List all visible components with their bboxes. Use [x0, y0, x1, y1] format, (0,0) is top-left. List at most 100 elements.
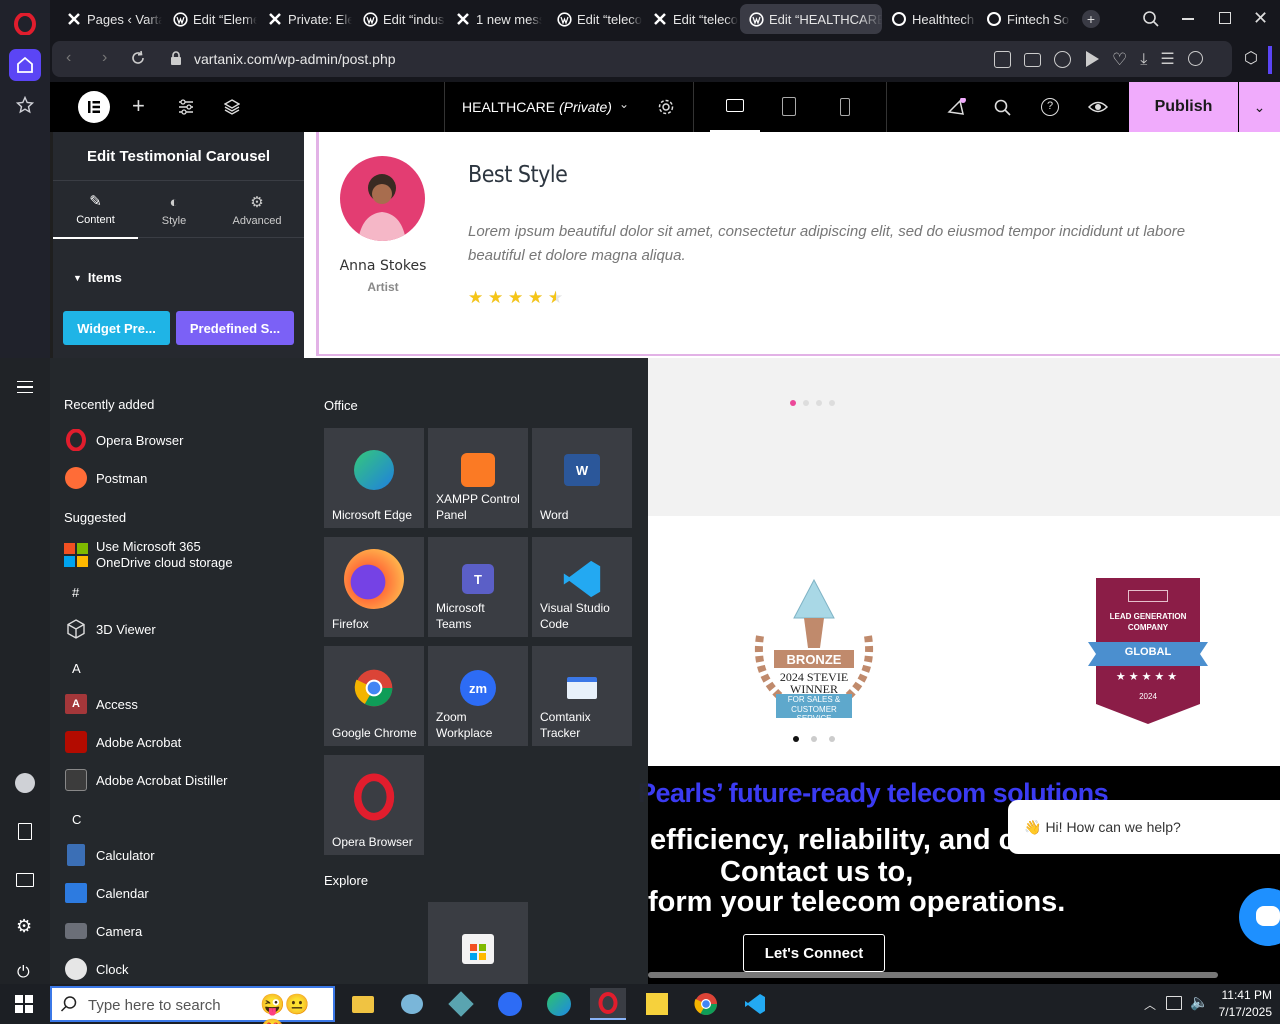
tablet-view-icon[interactable]: [782, 97, 796, 116]
chrome-taskbar-icon[interactable]: [688, 988, 724, 1020]
letter-a-header[interactable]: A: [72, 661, 81, 676]
browser-tab[interactable]: Fintech Solu: [978, 4, 1070, 34]
download-icon[interactable]: ⤓: [1140, 51, 1147, 68]
tile-app[interactable]: T Microsoft Teams: [428, 537, 528, 637]
settings-gear-icon[interactable]: ⚙: [16, 916, 32, 937]
add-element-icon[interactable]: +: [132, 93, 145, 119]
tile-app[interactable]: W Word: [532, 428, 632, 528]
tile-app[interactable]: zm Zoom Workplace: [428, 646, 528, 746]
pagination-dot-active[interactable]: [793, 736, 799, 742]
tile-app[interactable]: Google Chrome: [324, 646, 424, 746]
show-hidden-icons-chevron[interactable]: ︿: [1144, 996, 1156, 1013]
pagination-dot[interactable]: [811, 736, 817, 742]
back-icon[interactable]: ‹: [66, 49, 71, 67]
tile-app[interactable]: Visual Studio Code: [532, 537, 632, 637]
opera-logo-icon[interactable]: [13, 12, 37, 36]
star-icon[interactable]: [13, 93, 37, 117]
easy-setup-icon[interactable]: ☰: [1160, 51, 1174, 68]
extensions-cube-icon[interactable]: ⬡: [1244, 48, 1258, 68]
finder-search-icon[interactable]: [994, 99, 1011, 121]
notifications-icon[interactable]: [946, 97, 966, 123]
browser-tab[interactable]: Edit “industry”: [354, 4, 445, 34]
tab-style[interactable]: ◐ Style: [138, 181, 210, 239]
mobile-view-icon[interactable]: [840, 98, 850, 116]
app-calendar[interactable]: Calendar: [64, 878, 149, 908]
tile-app[interactable]: Comtanix Tracker: [532, 646, 632, 746]
chat-bubble[interactable]: 👋 Hi! How can we help?: [1008, 800, 1280, 854]
lock-icon[interactable]: [170, 51, 182, 70]
elementor-logo-icon[interactable]: [78, 91, 110, 123]
app-adobe-acrobat[interactable]: Adobe Acrobat: [64, 727, 181, 757]
horizontal-scrollbar[interactable]: [648, 972, 1218, 978]
chevron-down-icon[interactable]: ⌄: [619, 97, 629, 111]
tile-app[interactable]: XAMPP Control Panel: [428, 428, 528, 528]
adblock-icon[interactable]: [1054, 51, 1071, 68]
documents-icon[interactable]: [18, 823, 32, 840]
help-icon[interactable]: ?: [1041, 98, 1059, 116]
new-tab-icon[interactable]: +: [1082, 10, 1100, 28]
app-postman[interactable]: Postman: [64, 463, 147, 493]
app-adobe-acrobat-distiller[interactable]: Adobe Acrobat Distiller: [64, 765, 228, 795]
lets-connect-button[interactable]: Let's Connect: [743, 934, 885, 972]
network-icon[interactable]: [1166, 996, 1182, 1010]
app-opera-browser[interactable]: Opera Browser: [64, 425, 183, 455]
sticky-notes-icon[interactable]: [639, 988, 675, 1020]
hamburger-menu-icon[interactable]: [17, 381, 33, 393]
reload-icon[interactable]: [130, 50, 146, 71]
tab-advanced[interactable]: ⚙ Advanced: [210, 181, 304, 239]
document-title-area[interactable]: HEALTHCARE (Private) ⌄: [444, 82, 694, 132]
windows-start-icon[interactable]: [6, 988, 42, 1020]
vscode-taskbar-icon[interactable]: [737, 988, 773, 1020]
browser-tab[interactable]: Pages ‹ Vartanix: [58, 4, 162, 34]
widget-presets-button[interactable]: Widget Pre...: [63, 311, 170, 345]
site-settings-icon[interactable]: [178, 99, 194, 120]
publish-button[interactable]: Publish: [1129, 82, 1238, 132]
app-camera[interactable]: Camera: [64, 916, 142, 946]
heart-icon[interactable]: ♡: [1112, 51, 1127, 68]
power-icon[interactable]: ⏻: [17, 964, 30, 982]
volume-icon[interactable]: 🔈: [1190, 993, 1209, 1011]
opera-taskbar-icon[interactable]: [590, 988, 626, 1020]
restore-icon[interactable]: [1219, 12, 1231, 24]
browser-tab[interactable]: 1 new message: [447, 4, 542, 34]
search-tabs-icon[interactable]: [1142, 10, 1160, 33]
publish-options-chevron-icon[interactable]: ⌄: [1239, 82, 1280, 132]
app-clock[interactable]: Clock: [64, 954, 129, 984]
browser-tab[interactable]: Private: Elementor: [259, 4, 352, 34]
desktop-view-icon[interactable]: [710, 82, 760, 132]
app-3d-viewer[interactable]: 3D Viewer: [64, 614, 156, 644]
minimize-icon[interactable]: [1182, 18, 1194, 20]
app-calculator[interactable]: Calculator: [64, 840, 155, 870]
share-icon[interactable]: [994, 51, 1011, 68]
pagination-dot-active[interactable]: [790, 400, 796, 406]
items-section-toggle[interactable]: ▼ Items: [73, 270, 122, 285]
file-explorer-icon[interactable]: [345, 988, 381, 1020]
browser-tab[interactable]: Edit “telecom”: [548, 4, 642, 34]
play-icon[interactable]: [1086, 51, 1099, 67]
home-icon[interactable]: [9, 49, 41, 81]
chat-launcher-icon[interactable]: [1239, 888, 1280, 946]
zoom-taskbar-icon[interactable]: [492, 988, 528, 1020]
paint-app-icon[interactable]: [394, 988, 430, 1020]
taskbar-clock[interactable]: 11:41 PM 7/17/2025: [1212, 987, 1272, 1021]
camera-icon[interactable]: [1024, 53, 1041, 67]
preview-eye-icon[interactable]: [1087, 98, 1109, 121]
url-text[interactable]: vartanix.com/wp-admin/post.php: [194, 51, 396, 67]
tile-app[interactable]: Opera Browser: [324, 755, 424, 855]
tab-content[interactable]: ✎ Content: [53, 181, 138, 239]
letter-c-header[interactable]: C: [72, 812, 81, 827]
app-diamond-icon[interactable]: [443, 988, 479, 1020]
pagination-dot[interactable]: [803, 400, 809, 406]
pagination-dot[interactable]: [829, 736, 835, 742]
pagination-dot[interactable]: [829, 400, 835, 406]
edge-taskbar-icon[interactable]: [541, 988, 577, 1020]
taskbar-search-box[interactable]: Type here to search 😜😐😍: [50, 986, 335, 1024]
testimonial-card[interactable]: Anna Stokes Artist Best Style Lorem ipsu…: [316, 132, 1280, 356]
tile-app[interactable]: Microsoft Edge: [324, 428, 424, 528]
close-window-icon[interactable]: ✕: [1253, 8, 1268, 29]
tile-microsoft-store[interactable]: [428, 902, 528, 984]
page-settings-gear-icon[interactable]: [657, 98, 675, 121]
pagination-dot[interactable]: [816, 400, 822, 406]
tile-app[interactable]: Firefox: [324, 537, 424, 637]
suggested-microsoft-365[interactable]: Use Microsoft 365 OneDrive cloud storage: [64, 538, 233, 572]
